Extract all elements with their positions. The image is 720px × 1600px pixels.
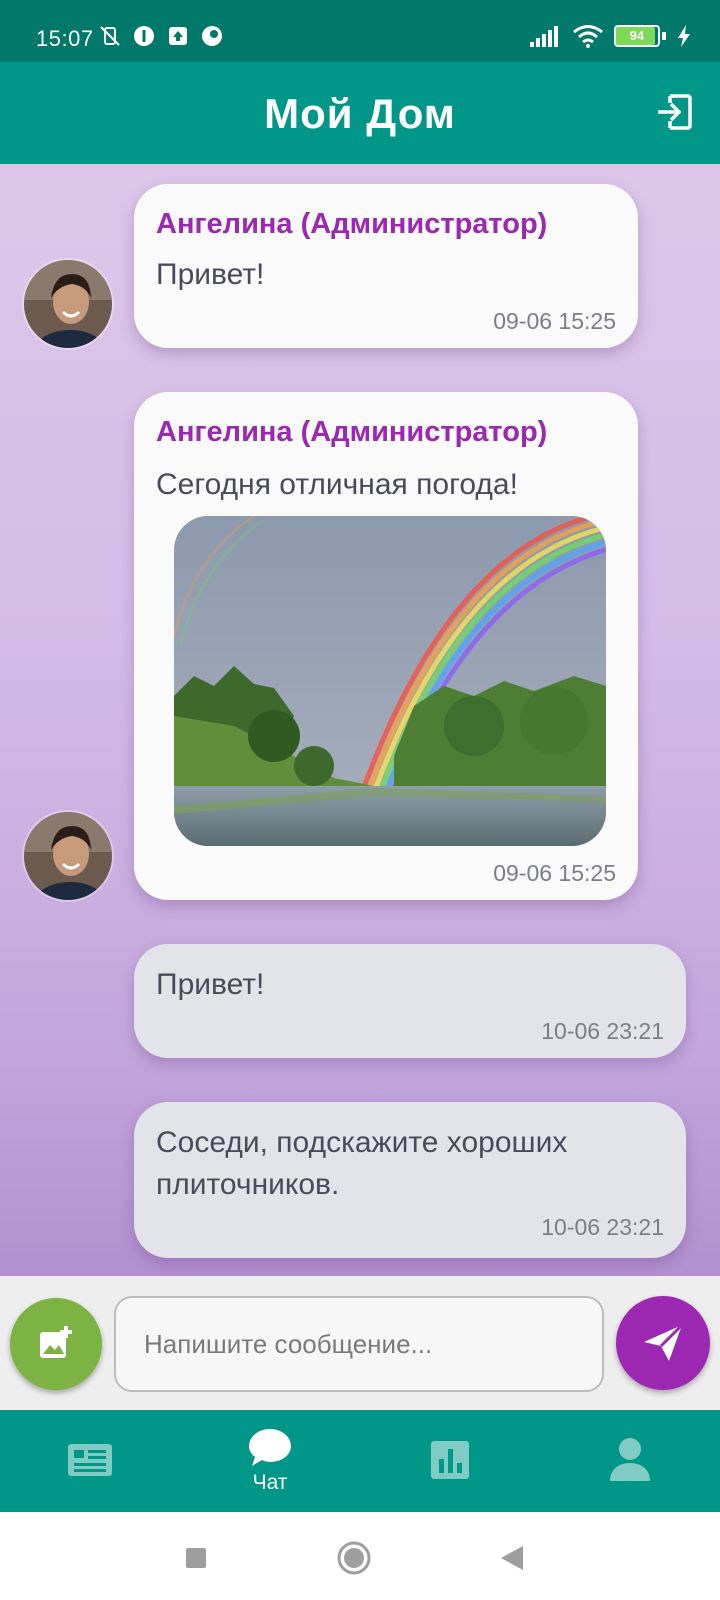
notification-icons	[98, 24, 224, 48]
message-sender: Ангелина (Администратор)	[156, 208, 548, 240]
battery-level: 94	[629, 28, 645, 43]
app-notification-icon-2	[202, 26, 222, 46]
battery-indicator: 94	[614, 25, 666, 47]
rainbow-lake-photo	[174, 516, 606, 846]
send-button[interactable]	[616, 1296, 710, 1390]
message-time: 09-06 15:25	[493, 860, 616, 886]
avatar[interactable]	[22, 810, 114, 902]
message-bubble-own[interactable]: Соседи, подскажите хороших плиточников. …	[134, 1102, 686, 1258]
recent-apps-button[interactable]	[176, 1538, 216, 1578]
message-bubble-own[interactable]: Привет! 10-06 23:21	[134, 944, 686, 1058]
poll-icon	[431, 1441, 469, 1479]
attach-photo-button[interactable]	[10, 1298, 102, 1390]
back-triangle-icon	[501, 1546, 523, 1570]
chat-icon	[249, 1429, 291, 1466]
message-sender: Ангелина (Администратор)	[156, 416, 548, 448]
avatar[interactable]	[22, 258, 114, 350]
message-text-line: плиточников.	[156, 1168, 340, 1201]
wifi-icon	[573, 25, 603, 48]
square-icon	[186, 1548, 206, 1568]
signal-icon	[530, 26, 558, 47]
status-bar: 15:07 94	[0, 0, 720, 62]
battery-icon: 94	[614, 25, 660, 47]
message-input-bar	[0, 1276, 720, 1410]
nav-item-chat[interactable]: Чат	[180, 1410, 360, 1512]
message-image-rainbow[interactable]	[174, 516, 606, 846]
nav-item-profile[interactable]	[540, 1410, 720, 1512]
message-time: 10-06 23:21	[541, 1214, 664, 1240]
message-bubble[interactable]: Ангелина (Администратор) Сегодня отлична…	[134, 392, 638, 900]
message-bubble[interactable]: Ангелина (Администратор) Привет! 09-06 1…	[134, 184, 638, 348]
news-icon	[68, 1444, 112, 1476]
profile-icon	[610, 1438, 650, 1481]
status-time: 15:07	[36, 26, 94, 51]
circle-icon	[337, 1541, 371, 1575]
message-text-line: Соседи, подскажите хороших	[156, 1126, 568, 1159]
app-bar: Мой Дом	[0, 62, 720, 164]
message-input[interactable]	[114, 1296, 604, 1392]
vibrate-off-icon	[100, 26, 120, 46]
message-text: Привет!	[156, 968, 265, 1001]
nav-label-chat: Чат	[252, 1471, 288, 1494]
user-avatar-photo	[24, 260, 112, 348]
back-button[interactable]	[492, 1538, 532, 1578]
add-photo-icon	[40, 1326, 72, 1358]
message-text: Сегодня отличная погода!	[156, 468, 518, 501]
app-title: Мой Дом	[264, 90, 456, 137]
nav-item-polls[interactable]	[360, 1410, 540, 1512]
send-icon	[644, 1323, 684, 1361]
message-time: 09-06 15:25	[493, 308, 616, 334]
user-avatar-photo	[24, 812, 112, 900]
chat-messages[interactable]: Ангелина (Администратор) Привет! 09-06 1…	[0, 164, 720, 1276]
nav-item-news[interactable]	[0, 1410, 180, 1512]
battery-tip	[662, 32, 666, 40]
message-text: Привет!	[156, 258, 265, 291]
system-navigation-bar	[0, 1512, 720, 1600]
bottom-navigation: Чат	[0, 1410, 720, 1512]
upload-icon	[169, 27, 187, 45]
system-status-icons: 94	[528, 24, 692, 48]
app-notification-icon	[134, 26, 154, 46]
message-time: 10-06 23:21	[541, 1018, 664, 1044]
home-button[interactable]	[334, 1538, 374, 1578]
logout-icon[interactable]	[654, 92, 694, 132]
charging-icon	[678, 25, 690, 47]
